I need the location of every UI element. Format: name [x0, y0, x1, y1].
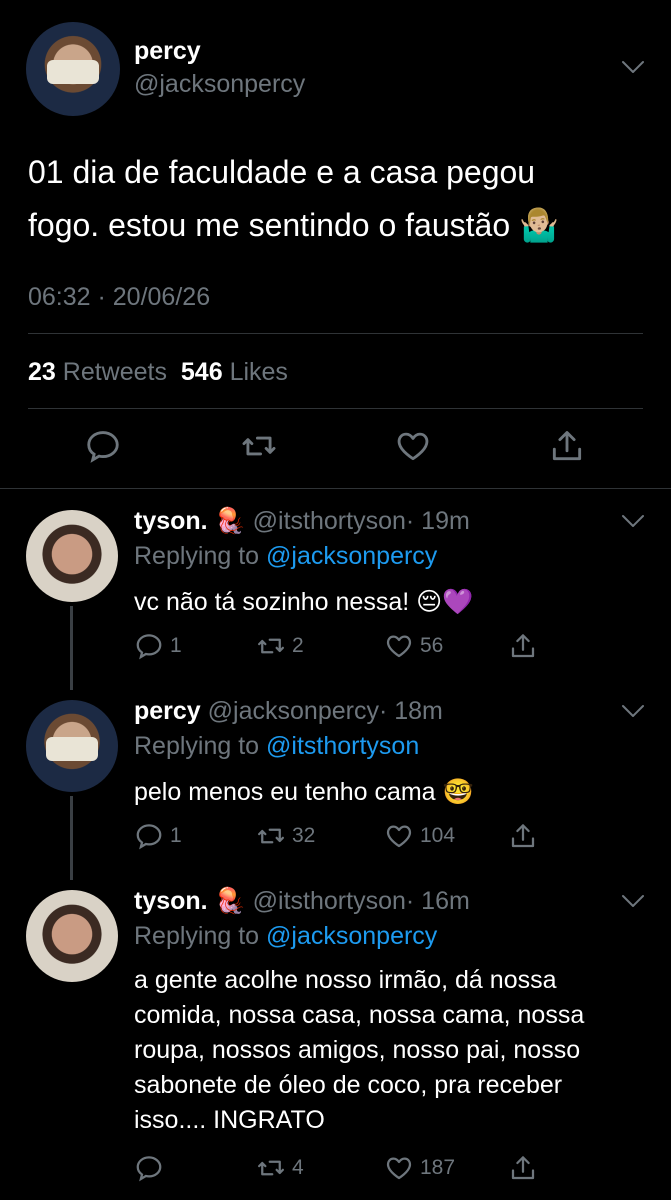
- share-icon: [508, 631, 538, 661]
- chevron-down-icon[interactable]: [620, 703, 646, 719]
- replying-to: Replying to @itsthortyson: [134, 732, 419, 761]
- retweet-icon: [240, 427, 278, 465]
- handle[interactable]: @itsthortyson: [253, 507, 406, 535]
- thread-line: [70, 796, 73, 880]
- divider: [28, 333, 643, 334]
- avatar[interactable]: [26, 700, 118, 792]
- reply-text-line: a gente acolhe nosso irmão, dá nossa: [134, 966, 557, 994]
- retweet-icon: [256, 1153, 286, 1183]
- share-icon: [548, 427, 586, 465]
- replying-prefix: Replying to: [134, 542, 260, 570]
- reply-header: tyson. 🪼 @itsthortyson· 19m: [134, 507, 470, 536]
- like-count: 104: [420, 824, 456, 847]
- like-icon: [394, 427, 432, 465]
- share-button[interactable]: [508, 631, 538, 661]
- retweets-label: Retweets: [62, 358, 167, 386]
- likes-stat[interactable]: 546 Likes: [181, 358, 288, 386]
- likes-count: 546: [180, 358, 223, 386]
- display-name[interactable]: percy: [134, 697, 201, 725]
- reply-text-line: isso.... INGRATO: [134, 1106, 325, 1134]
- like-count: 187: [420, 1156, 456, 1179]
- avatar[interactable]: [26, 510, 118, 602]
- retweets-count: 23: [28, 358, 56, 386]
- retweet-button[interactable]: 4: [256, 1153, 304, 1183]
- reply-text-line: roupa, nossos amigos, nosso pai, nosso: [134, 1036, 581, 1064]
- handle[interactable]: @jacksonpercy: [208, 697, 379, 725]
- reply-text: pelo menos eu tenho cama 🤓: [134, 778, 474, 806]
- shrug-emoji: 🤷🏼‍♂️: [519, 207, 559, 243]
- reply-text: a gente acolhe nosso irmão, dá nossa com…: [134, 963, 584, 1138]
- reply-header: tyson. 🪼 @itsthortyson· 16m: [134, 887, 470, 916]
- reply-text-line: comida, nossa casa, nossa cama, nossa: [134, 1001, 585, 1029]
- tweet-text: 01 dia de faculdade e a casa pegou fogo.…: [28, 146, 559, 252]
- display-name[interactable]: tyson.: [134, 887, 208, 915]
- retweet-count: 32: [292, 824, 316, 847]
- handle[interactable]: @itsthortyson: [253, 887, 406, 915]
- like-count: 56: [420, 634, 444, 657]
- reply-text-line: sabonete de óleo de coco, pra receber: [134, 1071, 563, 1099]
- like-button[interactable]: [394, 427, 432, 470]
- mention-link[interactable]: @itsthortyson: [266, 732, 419, 760]
- reply-time: · 19m: [405, 507, 470, 535]
- retweets-stat[interactable]: 23 Retweets: [28, 358, 167, 386]
- chevron-down-icon[interactable]: [620, 893, 646, 909]
- retweet-icon: [256, 821, 286, 851]
- retweet-button[interactable]: [240, 427, 278, 470]
- reply-button[interactable]: 1: [134, 631, 182, 661]
- mention-link[interactable]: @jacksonpercy: [266, 542, 437, 570]
- avatar[interactable]: [26, 22, 120, 116]
- replying-to: Replying to @jacksonpercy: [134, 542, 437, 571]
- retweet-button[interactable]: 2: [256, 631, 304, 661]
- divider: [28, 408, 643, 409]
- mention-link[interactable]: @jacksonpercy: [266, 922, 437, 950]
- share-button[interactable]: [548, 427, 586, 470]
- divider: [0, 488, 671, 489]
- reply-count: 1: [170, 634, 182, 657]
- thread-line: [70, 606, 73, 690]
- reply-text: vc não tá sozinho nessa! 😔💜: [134, 588, 474, 616]
- reply-icon: [134, 1153, 164, 1183]
- chevron-down-icon[interactable]: [620, 59, 646, 75]
- chevron-down-icon[interactable]: [620, 513, 646, 529]
- handle[interactable]: @jacksonpercy: [134, 70, 305, 99]
- like-icon: [384, 1153, 414, 1183]
- share-icon: [508, 821, 538, 851]
- retweet-count: 2: [292, 634, 304, 657]
- engagement-stats: 23 Retweets 546 Likes: [28, 358, 288, 387]
- jellyfish-emoji: 🪼: [214, 887, 246, 915]
- share-icon: [508, 1153, 538, 1183]
- reply-count: 1: [170, 824, 182, 847]
- replying-prefix: Replying to: [134, 922, 260, 950]
- tweet-text-line: 01 dia de faculdade e a casa pegou: [28, 154, 536, 190]
- retweet-count: 4: [292, 1156, 304, 1179]
- share-button[interactable]: [508, 821, 538, 851]
- like-button[interactable]: 104: [384, 821, 455, 851]
- avatar[interactable]: [26, 890, 118, 982]
- share-button[interactable]: [508, 1153, 538, 1183]
- like-button[interactable]: 56: [384, 631, 443, 661]
- reply-button[interactable]: [134, 1153, 170, 1183]
- replying-to: Replying to @jacksonpercy: [134, 922, 437, 951]
- retweet-icon: [256, 631, 286, 661]
- display-name[interactable]: tyson.: [134, 507, 208, 535]
- likes-label: Likes: [229, 358, 288, 386]
- reply-icon: [84, 427, 122, 465]
- display-name[interactable]: percy: [134, 37, 201, 66]
- reply-header: percy @jacksonpercy· 18m: [134, 697, 443, 726]
- like-icon: [384, 631, 414, 661]
- jellyfish-emoji: 🪼: [214, 507, 246, 535]
- reply-time: · 18m: [378, 697, 443, 725]
- reply-time: · 16m: [405, 887, 470, 915]
- like-button[interactable]: 187: [384, 1153, 455, 1183]
- timestamp: 06:32 · 20/06/26: [28, 283, 211, 311]
- retweet-button[interactable]: 32: [256, 821, 315, 851]
- reply-button[interactable]: [84, 427, 122, 470]
- like-icon: [384, 821, 414, 851]
- reply-icon: [134, 631, 164, 661]
- reply-button[interactable]: 1: [134, 821, 182, 851]
- reply-icon: [134, 821, 164, 851]
- replying-prefix: Replying to: [134, 732, 260, 760]
- tweet-text-line: fogo. estou me sentindo o faustão: [28, 207, 511, 243]
